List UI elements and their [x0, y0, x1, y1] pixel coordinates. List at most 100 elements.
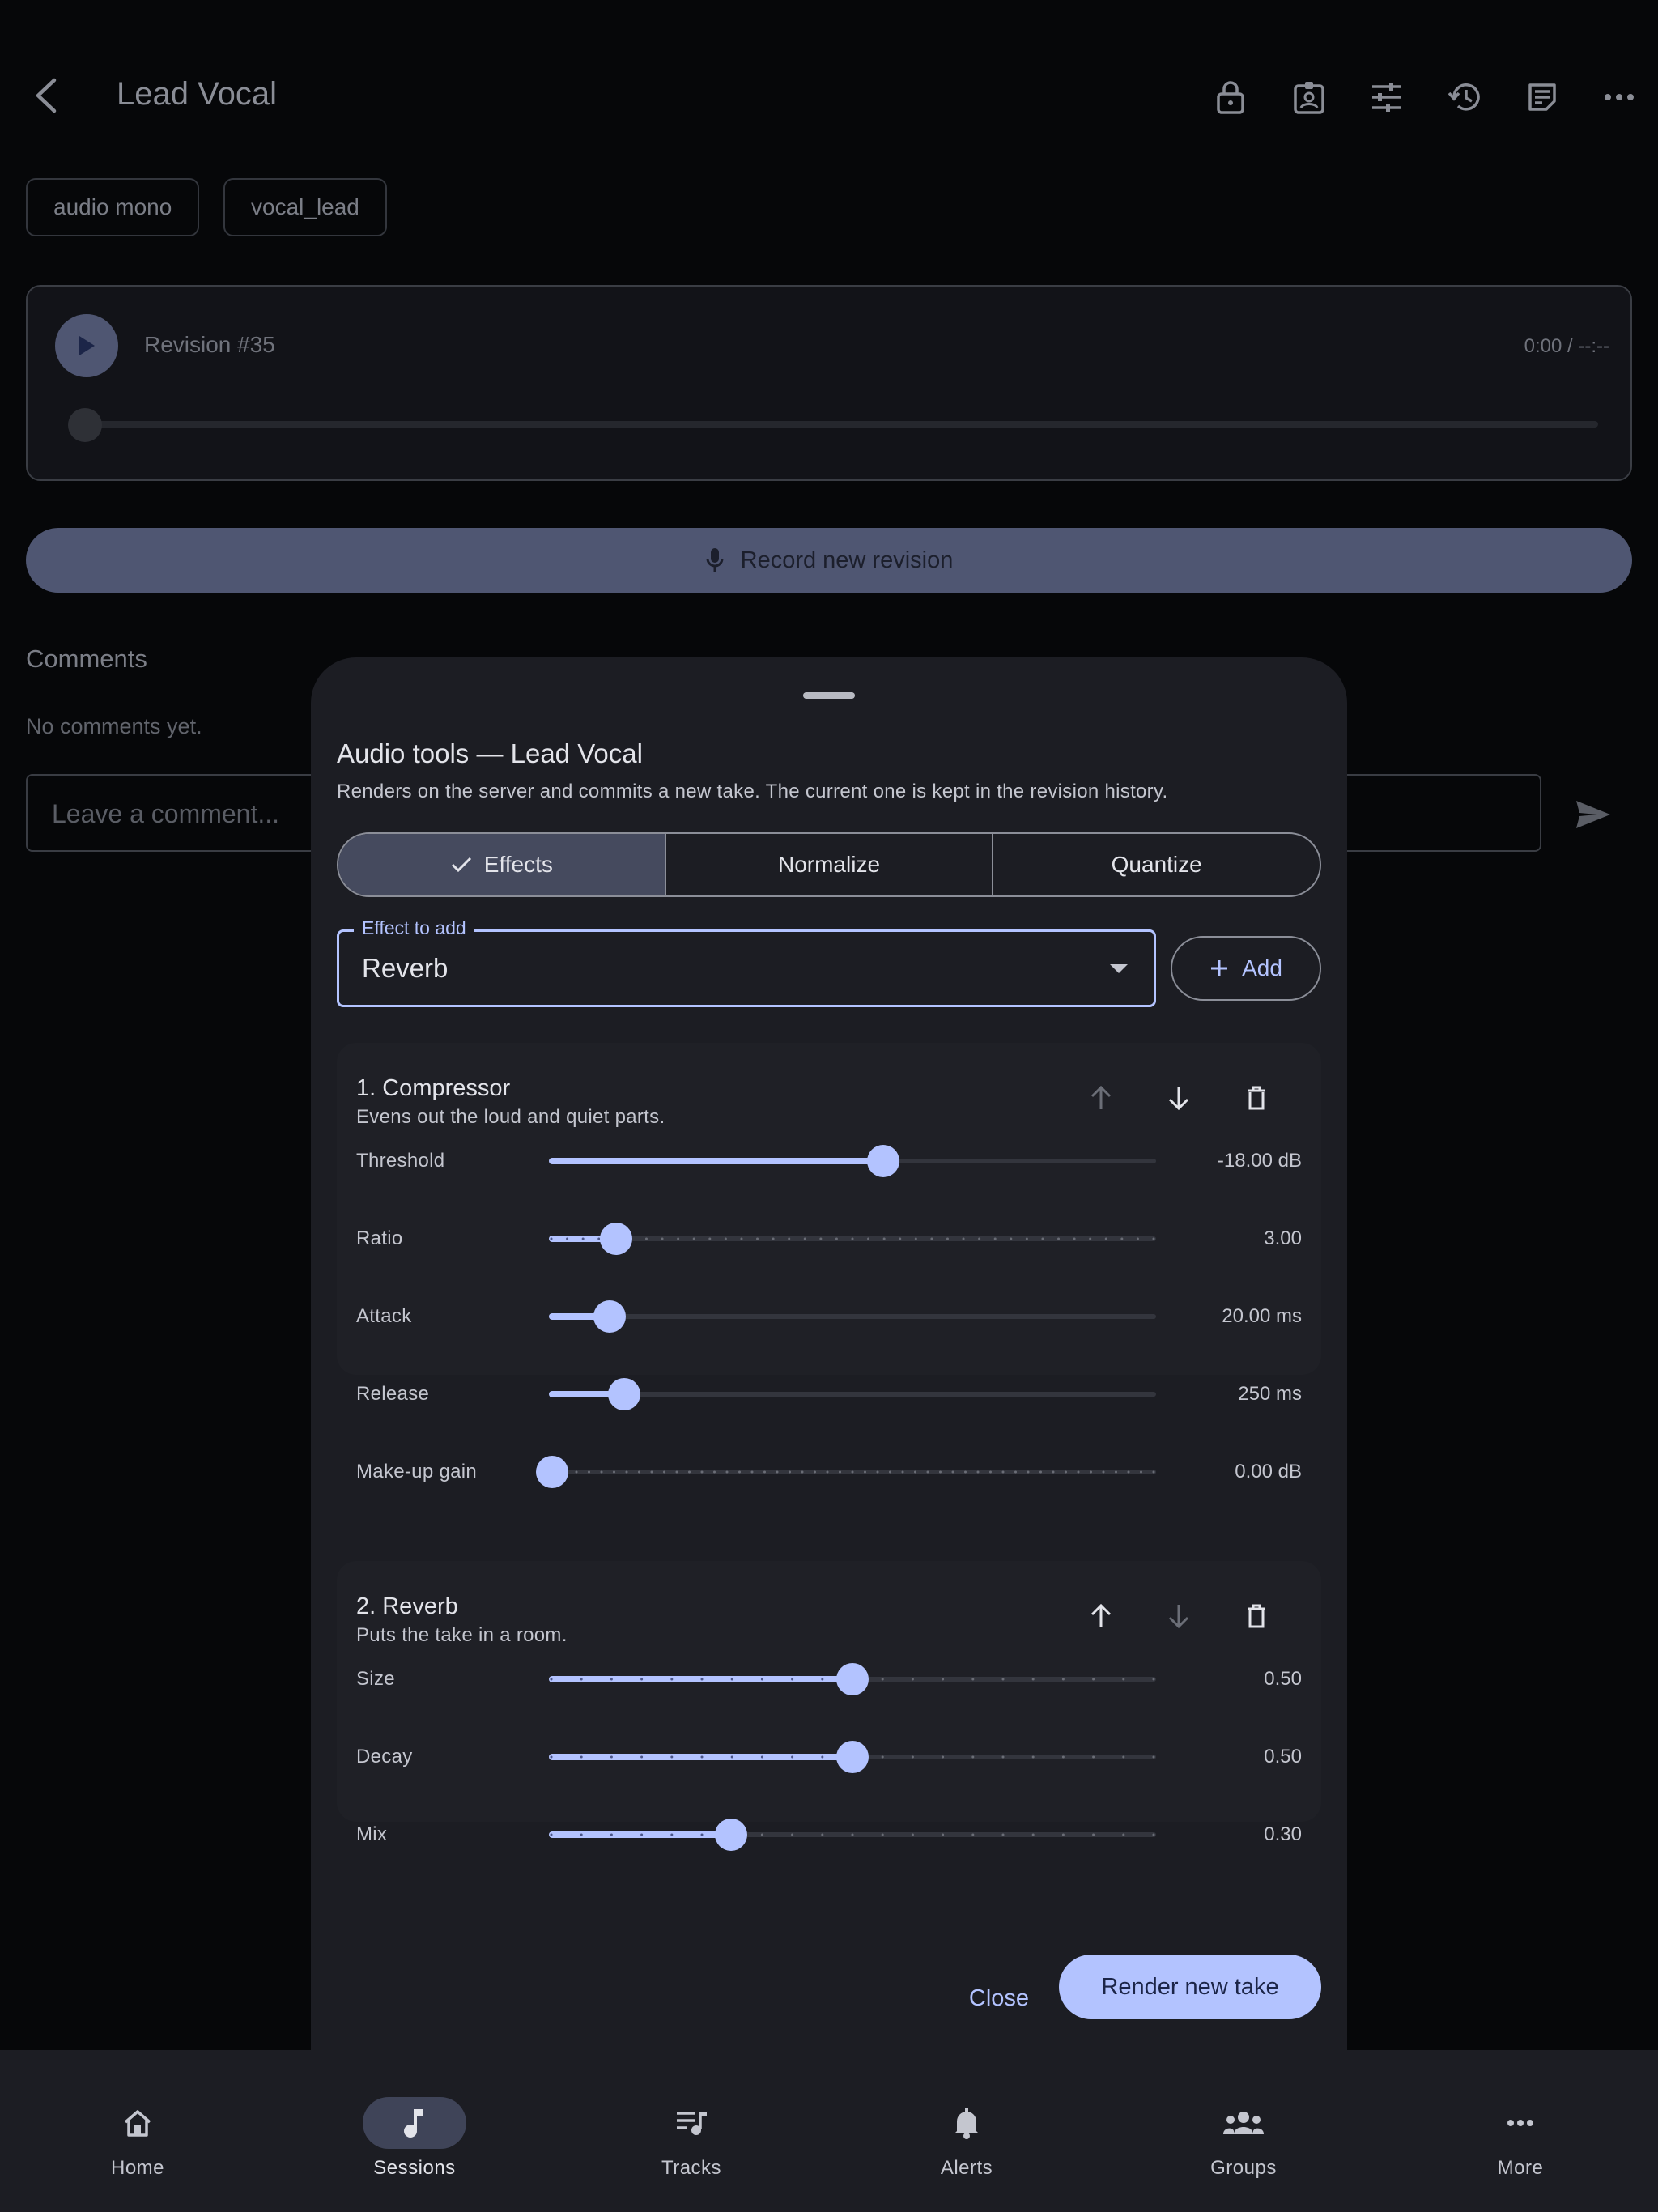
slider-tick — [930, 1237, 933, 1240]
slider-tick — [1104, 1237, 1107, 1240]
slider-tick — [821, 1833, 824, 1836]
slider-thumb[interactable] — [866, 1145, 899, 1177]
move-down-button[interactable] — [1156, 1593, 1201, 1639]
param-slider[interactable] — [549, 1143, 1156, 1179]
slider-tick — [1010, 1237, 1013, 1240]
drag-handle[interactable] — [803, 692, 855, 699]
slider-tick — [730, 1755, 733, 1759]
slider-thumb[interactable] — [836, 1663, 869, 1695]
nav-label: Tracks — [661, 2157, 722, 2179]
render-new-take-button[interactable]: Render new take — [1059, 1955, 1321, 2019]
slider-tick — [580, 1678, 583, 1681]
record-button-label: Record new revision — [740, 547, 954, 573]
add-label: Add — [1242, 955, 1282, 981]
effect-description: Puts the take in a room. — [356, 1624, 568, 1646]
slider-tick — [989, 1470, 992, 1474]
seek-track[interactable] — [92, 421, 1598, 428]
slider-thumb[interactable] — [536, 1456, 568, 1488]
slider-tick — [1039, 1470, 1042, 1474]
more-horiz-icon — [1605, 94, 1634, 100]
slider-thumb[interactable] — [836, 1741, 869, 1773]
queue-music-icon — [677, 2112, 707, 2135]
close-button[interactable]: Close — [955, 1966, 1043, 2031]
record-new-revision-button[interactable]: Record new revision — [26, 528, 1632, 593]
slider-tick — [964, 1470, 967, 1474]
param-value: 0.50 — [1264, 1668, 1302, 1690]
slider-tick — [1152, 1833, 1155, 1836]
back-button[interactable] — [24, 71, 66, 120]
slider-tick — [971, 1678, 975, 1681]
comment-input[interactable] — [52, 795, 311, 832]
slider-tick — [1152, 1755, 1155, 1759]
play-button[interactable] — [55, 314, 118, 377]
tab-effects[interactable]: Effects — [338, 834, 666, 895]
slider-tick — [942, 1833, 945, 1836]
history-button[interactable] — [1442, 74, 1487, 120]
slider-track — [549, 1314, 1156, 1319]
more-button[interactable] — [1596, 74, 1642, 120]
slider-tick — [650, 1470, 653, 1474]
delete-button[interactable] — [1234, 1593, 1279, 1639]
no-comments-text: No comments yet. — [26, 714, 202, 738]
param-slider[interactable] — [549, 1739, 1156, 1775]
more-horiz-icon — [1507, 2120, 1533, 2126]
param-slider[interactable] — [536, 1454, 1156, 1490]
slider-tick — [911, 1678, 914, 1681]
slider-tick — [971, 1833, 975, 1836]
slider-tick — [550, 1237, 553, 1240]
tag-chip[interactable]: audio mono — [26, 178, 200, 236]
slider-tick — [1073, 1237, 1076, 1240]
slider-tick — [1122, 1678, 1125, 1681]
send-icon — [1576, 801, 1610, 828]
slider-tick — [867, 1237, 870, 1240]
param-slider[interactable] — [549, 1661, 1156, 1697]
nav-item-sessions[interactable]: Sessions — [334, 2073, 495, 2186]
param-slider[interactable] — [549, 1376, 1156, 1412]
slider-tick — [971, 1755, 975, 1759]
tag-chip[interactable]: vocal_lead — [223, 178, 387, 236]
slider-tick — [876, 1470, 879, 1474]
nav-item-more[interactable]: More — [1439, 2073, 1601, 2186]
param-slider[interactable] — [549, 1299, 1156, 1334]
param-value: 20.00 ms — [1222, 1305, 1302, 1327]
seek-thumb[interactable] — [68, 408, 102, 442]
notes-button[interactable] — [1520, 74, 1565, 120]
slider-tick — [1089, 1237, 1092, 1240]
param-label: Decay — [356, 1746, 413, 1767]
nav-item-alerts[interactable]: Alerts — [886, 2073, 1048, 2186]
param-value: 0.00 dB — [1235, 1461, 1302, 1482]
badge-button[interactable] — [1286, 74, 1332, 120]
slider-thumb[interactable] — [593, 1300, 626, 1333]
param-slider[interactable] — [549, 1817, 1156, 1853]
move-down-button[interactable] — [1156, 1075, 1201, 1121]
slider-tick — [700, 1833, 704, 1836]
sheet-title: Audio tools — Lead Vocal — [337, 738, 643, 768]
param-slider[interactable] — [549, 1221, 1156, 1257]
slider-tick — [600, 1470, 603, 1474]
plus-icon — [1211, 960, 1228, 976]
slider-tick — [677, 1237, 680, 1240]
slider-thumb[interactable] — [599, 1223, 632, 1255]
mic-icon — [706, 548, 724, 572]
slider-tick — [803, 1237, 806, 1240]
send-button[interactable] — [1569, 790, 1618, 839]
nav-item-groups[interactable]: Groups — [1163, 2073, 1324, 2186]
move-up-button[interactable] — [1078, 1075, 1124, 1121]
audio-player: Revision #35 0:00 / --:-- — [26, 285, 1632, 481]
tab-normalize[interactable]: Normalize — [666, 834, 994, 895]
tune-button[interactable] — [1364, 74, 1409, 120]
slider-thumb[interactable] — [715, 1819, 747, 1851]
nav-item-home[interactable]: Home — [57, 2073, 219, 2186]
slider-tick — [1001, 1470, 1005, 1474]
effect-title: 1. Compressor — [356, 1075, 511, 1101]
tab-quantize[interactable]: Quantize — [993, 834, 1320, 895]
screen: Lead Vocal audio mono vocal_lead Revisio… — [0, 0, 1658, 2212]
move-up-button[interactable] — [1078, 1593, 1124, 1639]
slider-thumb[interactable] — [608, 1378, 640, 1410]
effect-select[interactable]: Effect to add Reverb — [337, 917, 1156, 1007]
nav-item-tracks[interactable]: Tracks — [610, 2073, 772, 2186]
add-effect-button[interactable]: Add — [1171, 936, 1321, 1001]
delete-button[interactable] — [1234, 1075, 1279, 1121]
slider-tick — [580, 1755, 583, 1759]
lock-button[interactable] — [1208, 74, 1253, 120]
